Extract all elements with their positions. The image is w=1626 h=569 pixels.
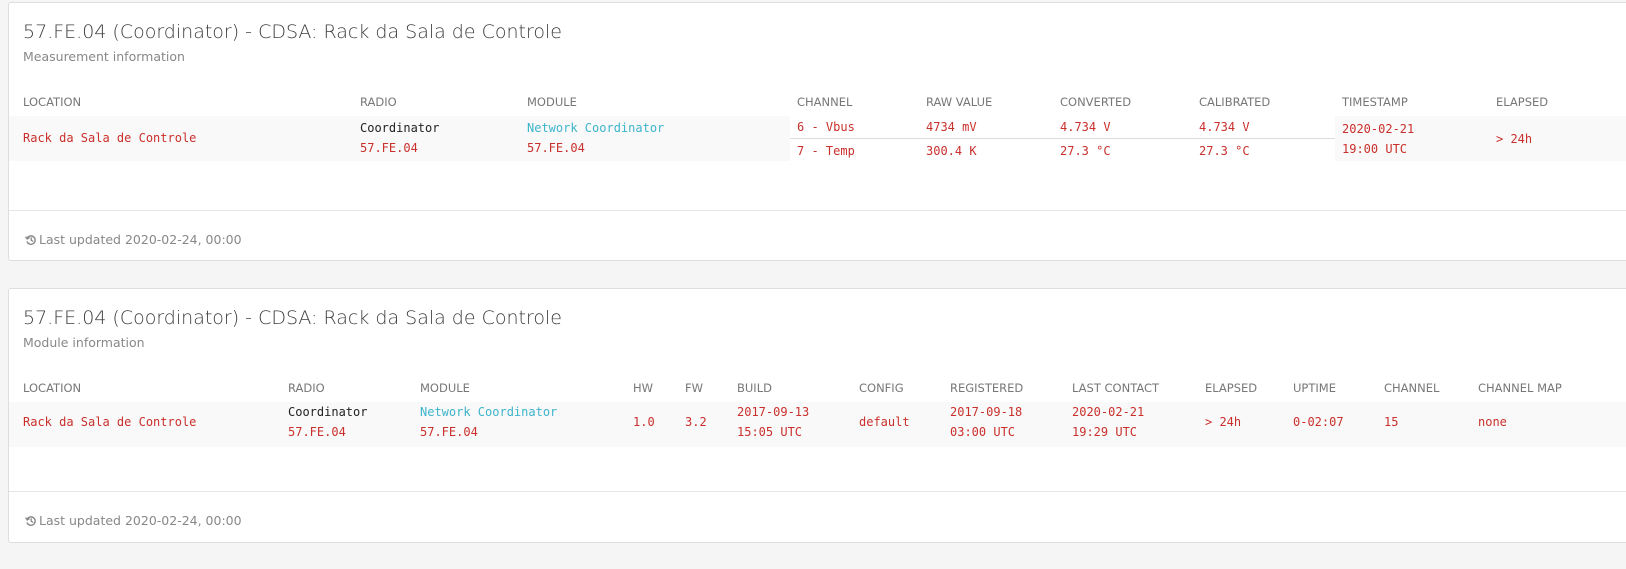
channel-label[interactable]: 6 - Vbus bbox=[797, 120, 855, 134]
header-channel[interactable]: CHANNEL bbox=[1384, 381, 1439, 395]
converted-value: 4.734 V bbox=[1060, 120, 1111, 134]
footer-divider bbox=[9, 210, 1626, 211]
history-icon bbox=[25, 234, 37, 249]
footer-divider bbox=[9, 491, 1626, 492]
module-title: 57.FE.04 (Coordinator) - CDSA: Rack da S… bbox=[23, 307, 562, 329]
header-timestamp[interactable]: TIMESTAMP bbox=[1342, 95, 1408, 109]
timestamp-time: 19:00 UTC bbox=[1342, 142, 1408, 156]
location-link[interactable]: Rack da Sala de Controle bbox=[23, 131, 196, 145]
table-row[interactable]: Rack da Sala de Controle Coordinator 57.… bbox=[9, 402, 1626, 447]
module-name-link[interactable]: Network Coordinator bbox=[527, 121, 664, 135]
module-id[interactable]: 57.FE.04 bbox=[527, 141, 585, 155]
header-uptime[interactable]: UPTIME bbox=[1293, 381, 1336, 395]
radio-id[interactable]: 57.FE.04 bbox=[360, 141, 418, 155]
measurement-subtitle: Measurement information bbox=[23, 49, 185, 64]
header-last-contact[interactable]: LAST CONTACT bbox=[1072, 381, 1159, 395]
elapsed-value: > 24h bbox=[1205, 415, 1242, 429]
module-id[interactable]: 57.FE.04 bbox=[420, 425, 478, 439]
fw-value: 3.2 bbox=[685, 415, 707, 429]
measurement-table-header: LOCATION RADIO MODULE CHANNEL RAW VALUE … bbox=[9, 88, 1626, 117]
radio-name[interactable]: Coordinator bbox=[288, 405, 367, 419]
header-calibrated[interactable]: CALIBRATED bbox=[1199, 95, 1270, 109]
last-contact-date: 2020-02-21 bbox=[1072, 405, 1145, 419]
last-updated: Last updated 2020-02-24, 00:00 bbox=[25, 513, 242, 530]
last-updated-text: Last updated 2020-02-24, 00:00 bbox=[39, 232, 242, 247]
hw-value: 1.0 bbox=[633, 415, 655, 429]
history-icon bbox=[25, 515, 37, 530]
header-radio[interactable]: RADIO bbox=[288, 381, 325, 395]
converted-value: 27.3 °C bbox=[1060, 144, 1111, 158]
calibrated-value: 27.3 °C bbox=[1199, 144, 1250, 158]
radio-id[interactable]: 57.FE.04 bbox=[288, 425, 346, 439]
header-channel[interactable]: CHANNEL bbox=[797, 95, 852, 109]
header-converted[interactable]: CONVERTED bbox=[1060, 95, 1131, 109]
channel-label[interactable]: 7 - Temp bbox=[797, 144, 855, 158]
raw-value: 4734 mV bbox=[926, 120, 977, 134]
config-value: default bbox=[859, 415, 910, 429]
build-date: 2017-09-13 bbox=[737, 405, 810, 419]
header-elapsed[interactable]: ELAPSED bbox=[1496, 95, 1548, 109]
measurement-card: 57.FE.04 (Coordinator) - CDSA: Rack da S… bbox=[8, 2, 1626, 261]
channel-value: 15 bbox=[1384, 415, 1399, 429]
header-radio[interactable]: RADIO bbox=[360, 95, 397, 109]
header-config[interactable]: CONFIG bbox=[859, 381, 904, 395]
elapsed-value: > 24h bbox=[1496, 132, 1533, 146]
header-elapsed[interactable]: ELAPSED bbox=[1205, 381, 1257, 395]
table-row[interactable]: Rack da Sala de Controle Coordinator 57.… bbox=[9, 116, 1626, 161]
channel-subtable: 6 - Vbus 4734 mV 4.734 V 4.734 V 7 - Tem… bbox=[790, 116, 1335, 161]
registered-time: 03:00 UTC bbox=[950, 425, 1016, 439]
module-subtitle: Module information bbox=[23, 335, 145, 350]
header-location[interactable]: LOCATION bbox=[23, 381, 81, 395]
calibrated-value: 4.734 V bbox=[1199, 120, 1250, 134]
module-name-link[interactable]: Network Coordinator bbox=[420, 405, 557, 419]
header-module[interactable]: MODULE bbox=[527, 95, 577, 109]
uptime-value: 0-02:07 bbox=[1293, 415, 1344, 429]
header-raw-value[interactable]: RAW VALUE bbox=[926, 95, 992, 109]
channel-map-value: none bbox=[1478, 415, 1507, 429]
module-table-header: LOCATION RADIO MODULE HW FW BUILD CONFIG… bbox=[9, 374, 1626, 403]
header-channel-map[interactable]: CHANNEL MAP bbox=[1478, 381, 1562, 395]
header-location[interactable]: LOCATION bbox=[23, 95, 81, 109]
header-build[interactable]: BUILD bbox=[737, 381, 772, 395]
last-updated-text: Last updated 2020-02-24, 00:00 bbox=[39, 513, 242, 528]
last-updated: Last updated 2020-02-24, 00:00 bbox=[25, 232, 242, 249]
raw-value: 300.4 K bbox=[926, 144, 977, 158]
build-time: 15:05 UTC bbox=[737, 425, 803, 439]
header-registered[interactable]: REGISTERED bbox=[950, 381, 1023, 395]
timestamp-date: 2020-02-21 bbox=[1342, 122, 1415, 136]
registered-date: 2017-09-18 bbox=[950, 405, 1023, 419]
location-link[interactable]: Rack da Sala de Controle bbox=[23, 415, 196, 429]
header-hw[interactable]: HW bbox=[633, 381, 653, 395]
header-fw[interactable]: FW bbox=[685, 381, 703, 395]
last-contact-time: 19:29 UTC bbox=[1072, 425, 1138, 439]
header-module[interactable]: MODULE bbox=[420, 381, 470, 395]
radio-name[interactable]: Coordinator bbox=[360, 121, 439, 135]
module-card: 57.FE.04 (Coordinator) - CDSA: Rack da S… bbox=[8, 288, 1626, 543]
channel-divider bbox=[790, 138, 1335, 139]
measurement-title: 57.FE.04 (Coordinator) - CDSA: Rack da S… bbox=[23, 21, 562, 43]
